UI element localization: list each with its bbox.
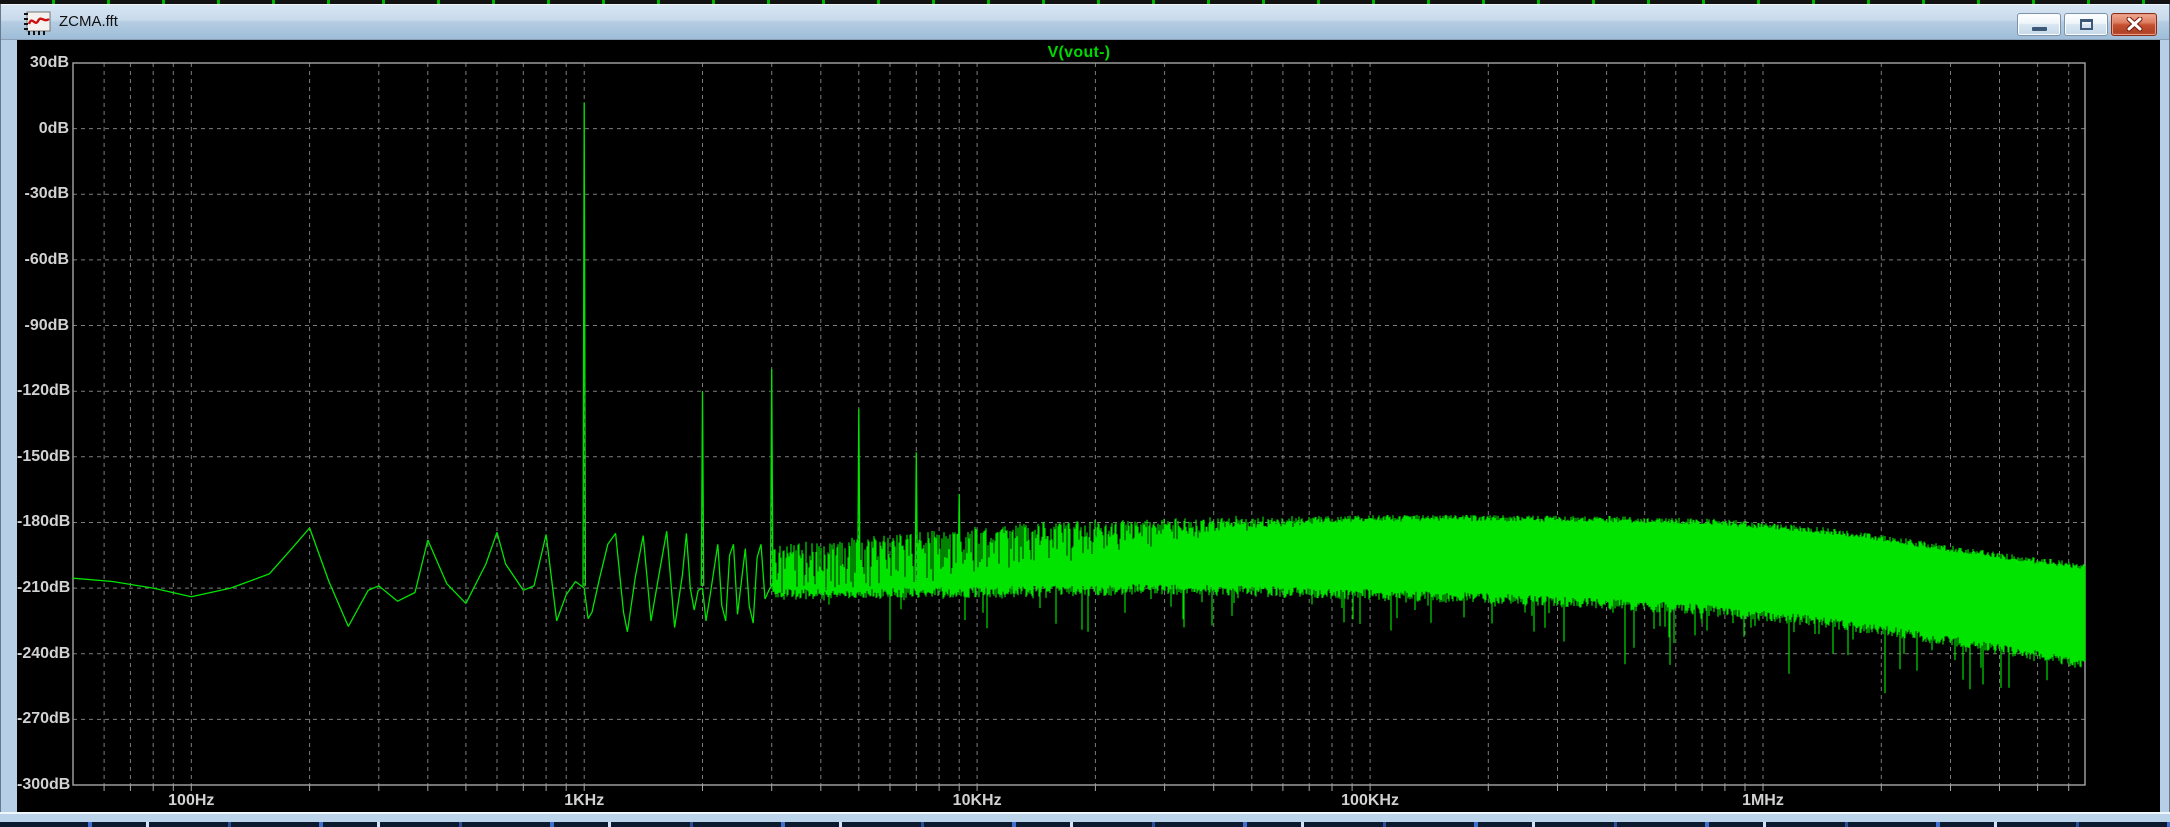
- x-axis-tick-label: 10KHz: [953, 792, 1002, 810]
- y-axis-tick-label: -150dB: [17, 447, 69, 467]
- waveform-plot-icon[interactable]: [23, 11, 51, 35]
- close-button[interactable]: [2111, 13, 2157, 36]
- window-controls: [2017, 13, 2157, 36]
- background-window-edge-bottom: [0, 822, 2170, 827]
- y-axis-tick-label: -60dB: [17, 250, 69, 270]
- minimize-button[interactable]: [2017, 13, 2061, 36]
- fft-plot-canvas[interactable]: [17, 40, 2160, 812]
- y-axis-tick-label: 0dB: [17, 119, 69, 139]
- y-axis-tick-label: -270dB: [17, 709, 69, 729]
- y-axis-tick-label: -120dB: [17, 381, 69, 401]
- trace-legend[interactable]: V(vout-): [1048, 44, 1111, 62]
- plot-client-area: V(vout-) 30dB 0dB -30dB -60dB -90dB -120dB -15…: [17, 40, 2160, 812]
- y-axis-tick-label: 30dB: [17, 53, 69, 73]
- x-axis-tick-label: 100Hz: [168, 792, 214, 810]
- x-axis-tick-label: 1MHz: [1742, 792, 1784, 810]
- y-axis-tick-label: -300dB: [17, 775, 69, 795]
- maximize-button[interactable]: [2064, 13, 2108, 36]
- maximize-icon: [2080, 19, 2093, 30]
- y-axis-tick-label: -90dB: [17, 316, 69, 336]
- x-axis-tick-label: 1KHz: [564, 792, 604, 810]
- minimize-icon: [2032, 27, 2047, 31]
- y-axis-tick-label: -210dB: [17, 578, 69, 598]
- titlebar[interactable]: ZCMA.fft: [1, 4, 2169, 40]
- window-title: ZCMA.fft: [59, 4, 118, 40]
- close-icon: [2126, 17, 2143, 32]
- x-axis-tick-label: 100KHz: [1341, 792, 1399, 810]
- fft-plot-window: ZCMA.fft V(vout-) 30dB 0dB -30dB -60dB -90dB…: [0, 0, 2170, 827]
- y-axis-tick-label: -240dB: [17, 644, 69, 664]
- y-axis-tick-label: -180dB: [17, 512, 69, 532]
- window-frame-bottom: [0, 812, 2170, 822]
- y-axis-tick-label: -30dB: [17, 184, 69, 204]
